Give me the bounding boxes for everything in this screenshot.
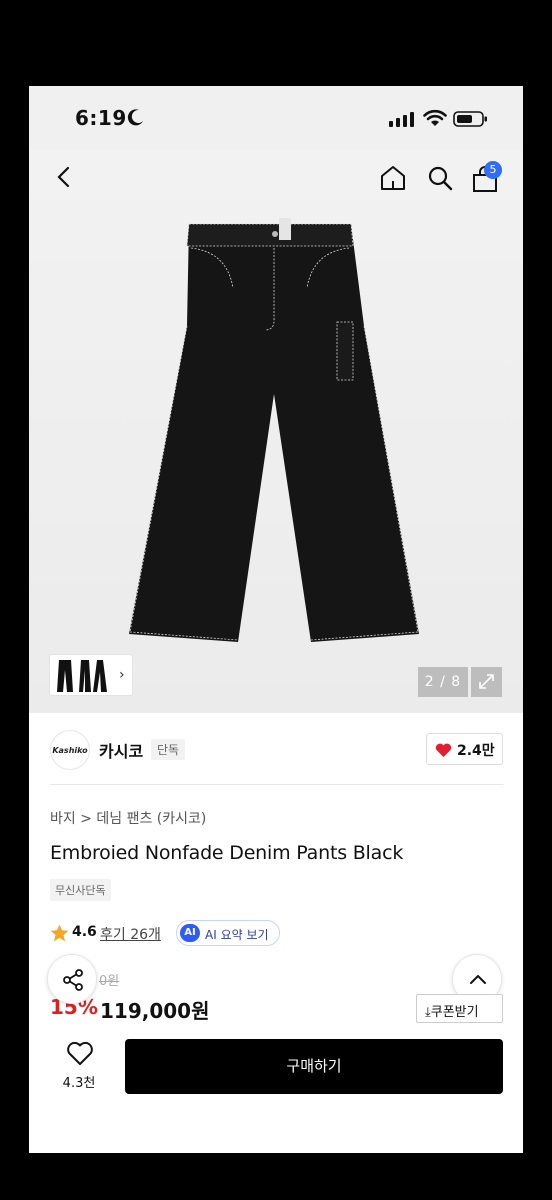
- star-icon: [50, 924, 69, 942]
- chevron-up-icon: [470, 974, 486, 984]
- ai-summary-button[interactable]: AI AI 요약 보기: [176, 920, 280, 946]
- back-icon[interactable]: [53, 164, 77, 190]
- gallery-pager: 2 / 8: [418, 667, 468, 697]
- brand-like-count: 2.4만: [457, 743, 495, 759]
- brand-logo[interactable]: Kashiko: [50, 730, 90, 770]
- share-icon: [63, 969, 83, 991]
- cart-count-badge: 5: [484, 161, 502, 179]
- product-image: [129, 218, 419, 642]
- share-button[interactable]: [47, 954, 97, 1004]
- wishlist-count: 4.3천: [62, 1076, 96, 1091]
- thumbnail-chevron-icon[interactable]: ›: [119, 667, 125, 683]
- wishlist-heart-icon[interactable]: [66, 1041, 94, 1067]
- phone-screen: 6:19 5 › 2 / 8 Kashiko 카시코 단독 2.4만 바지 > …: [29, 86, 523, 1153]
- brand-like-button[interactable]: 2.4만: [426, 733, 503, 765]
- thumbnail-image: [57, 660, 107, 692]
- home-icon[interactable]: [379, 164, 407, 192]
- signal-icon: [389, 112, 414, 127]
- wifi-icon: [423, 109, 447, 126]
- coupon-button[interactable]: ⤓쿠폰받기: [416, 994, 503, 1023]
- sale-price: 119,000원: [100, 999, 210, 1023]
- search-icon[interactable]: [426, 164, 454, 192]
- ai-badge: AI: [180, 924, 200, 942]
- original-price: 0원: [99, 974, 120, 989]
- brand-exclusive-tag: 단독: [151, 739, 186, 760]
- review-link[interactable]: 후기 26개: [100, 924, 161, 944]
- status-time: 6:19: [75, 106, 127, 130]
- ai-summary-label: AI 요약 보기: [205, 928, 269, 942]
- coupon-label: ⤓쿠폰받기: [425, 1005, 479, 1020]
- battery-icon: [453, 111, 487, 127]
- buy-button[interactable]: 구매하기: [125, 1039, 503, 1094]
- expand-icon: [479, 674, 494, 689]
- musinsa-exclusive-tag: 무신사단독: [50, 879, 111, 901]
- expand-button[interactable]: [471, 667, 502, 697]
- heart-icon: [435, 743, 452, 757]
- divider: [50, 784, 503, 785]
- moon-icon: [127, 109, 143, 126]
- breadcrumb[interactable]: 바지 > 데님 팬츠 (카시코): [50, 808, 206, 828]
- product-title: Embroied Nonfade Denim Pants Black: [50, 842, 404, 864]
- status-bar: 6:19: [29, 86, 523, 150]
- brand-name[interactable]: 카시코: [99, 738, 143, 762]
- rating-value: 4.6: [72, 924, 97, 940]
